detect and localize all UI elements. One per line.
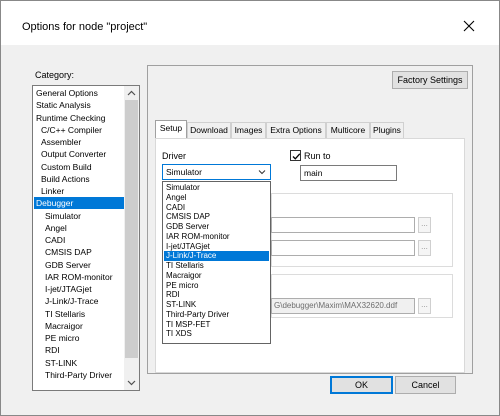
ddf-path-value: G\debugger\Maxim\MAX32620.ddf (274, 301, 398, 310)
driver-label: Driver (162, 151, 186, 161)
category-label: Category: (35, 70, 75, 80)
driver-option[interactable]: CADI (164, 203, 269, 213)
category-item[interactable]: Third-Party Driver (34, 369, 124, 381)
driver-select[interactable]: Simulator (162, 164, 271, 180)
driver-option[interactable]: ST-LINK (164, 300, 269, 310)
category-item[interactable]: ST-LINK (34, 357, 124, 369)
tab-multicore[interactable]: Multicore (326, 122, 370, 138)
ddf-path-field[interactable]: G\debugger\Maxim\MAX32620.ddf (271, 298, 415, 314)
run-to-value: main (304, 168, 323, 178)
ok-button[interactable]: OK (330, 376, 393, 394)
category-item[interactable]: General Options (34, 87, 124, 99)
driver-option[interactable]: J-Link/J-Trace (164, 251, 269, 261)
window-title: Options for node "project" (22, 21, 148, 33)
driver-option[interactable]: CMSIS DAP (164, 212, 269, 222)
driver-selected-value: Simulator (166, 167, 202, 177)
category-item[interactable]: Runtime Checking (34, 112, 124, 124)
title-bar: Options for node "project" (1, 1, 499, 45)
category-item[interactable]: J-Link/J-Trace (34, 295, 124, 307)
driver-option[interactable]: TI MSP-FET (164, 320, 269, 330)
tab-download[interactable]: Download (187, 122, 231, 138)
driver-option[interactable]: Macraigor (164, 271, 269, 281)
category-item[interactable]: Debugger (34, 197, 124, 210)
category-item[interactable]: I-jet/JTAGjet (34, 283, 124, 295)
tab-extra-options[interactable]: Extra Options (266, 122, 326, 138)
category-item[interactable]: C/C++ Compiler (34, 124, 124, 136)
run-to-label: Run to (304, 151, 331, 161)
driver-option[interactable]: IAR ROM-monitor (164, 232, 269, 242)
category-item[interactable]: Simulator (34, 210, 124, 222)
browse-button-1[interactable]: ... (418, 217, 431, 233)
driver-option[interactable]: Third-Party Driver (164, 310, 269, 320)
category-item[interactable]: IAR ROM-monitor (34, 271, 124, 283)
category-item[interactable]: Angel (34, 222, 124, 234)
driver-option[interactable]: PE micro (164, 281, 269, 291)
run-to-input[interactable]: main (300, 165, 397, 181)
driver-option[interactable]: Simulator (164, 183, 269, 193)
setup-macro-field-1[interactable] (271, 217, 415, 233)
driver-option[interactable]: TI XDS (164, 329, 269, 339)
browse-button-2[interactable]: ... (418, 240, 431, 256)
category-item[interactable]: CMSIS DAP (34, 246, 124, 258)
driver-option[interactable]: RDI (164, 290, 269, 300)
tab-images[interactable]: Images (231, 122, 266, 138)
category-item[interactable]: Static Analysis (34, 99, 124, 111)
category-item[interactable]: Build Actions (34, 173, 124, 185)
cancel-button[interactable]: Cancel (395, 376, 456, 394)
run-to-checkbox[interactable] (290, 150, 301, 161)
driver-option[interactable]: Angel (164, 193, 269, 203)
checkmark-icon (292, 153, 301, 160)
category-item[interactable]: Output Converter (34, 148, 124, 160)
category-list[interactable]: General Options Static Analysis Runtime Ch… (32, 85, 140, 391)
category-item[interactable]: Custom Build (34, 161, 124, 173)
scroll-down-icon[interactable] (124, 376, 139, 390)
category-item[interactable]: Macraigor (34, 320, 124, 332)
setup-macro-field-2[interactable] (271, 240, 415, 256)
category-item[interactable]: PE micro (34, 332, 124, 344)
close-button[interactable] (457, 15, 481, 37)
scroll-up-icon[interactable] (124, 86, 139, 100)
driver-option[interactable]: TI Stellaris (164, 261, 269, 271)
scrollbar-thumb[interactable] (125, 100, 138, 358)
driver-dropdown-list[interactable]: Simulator Angel CADI CMSIS DAP GDB Server IAR… (162, 181, 271, 344)
category-item[interactable]: GDB Server (34, 259, 124, 271)
chevron-down-icon (258, 170, 266, 175)
driver-option[interactable]: I-jet/JTAGjet (164, 242, 269, 252)
category-item[interactable]: Linker (34, 185, 124, 197)
tab-plugins[interactable]: Plugins (370, 122, 404, 138)
factory-settings-button[interactable]: Factory Settings (392, 71, 468, 89)
tab-setup[interactable]: Setup (155, 120, 187, 138)
category-item[interactable]: TI Stellaris (34, 308, 124, 320)
category-item[interactable]: CADI (34, 234, 124, 246)
close-icon (463, 20, 475, 32)
driver-option[interactable]: GDB Server (164, 222, 269, 232)
browse-button-3[interactable]: ... (418, 298, 431, 314)
category-scrollbar[interactable] (124, 86, 139, 390)
category-item[interactable]: RDI (34, 344, 124, 356)
category-item[interactable]: Assembler (34, 136, 124, 148)
options-dialog: Options for node "project" Category: Gen… (0, 0, 500, 416)
